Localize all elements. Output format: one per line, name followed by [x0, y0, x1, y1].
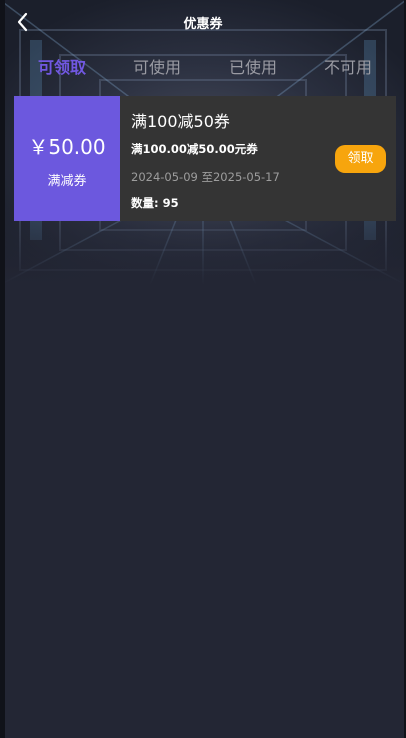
- coupon-validity: 2024-05-09 至2025-05-17: [131, 170, 280, 184]
- tab-unavailable[interactable]: 不可用: [303, 54, 393, 78]
- coupon-quantity: 数量: 95: [131, 196, 179, 210]
- coupon-card: ￥50.00 满减券 满100减50券 满100.00减50.00元券 2024…: [14, 96, 396, 221]
- left-edge: [0, 0, 5, 738]
- claim-button[interactable]: 领取: [335, 145, 386, 173]
- page-title: 优惠券: [183, 17, 223, 32]
- coupon-amount: ￥50.00: [28, 135, 106, 159]
- tab-bar: 可领取 可使用 已使用 不可用: [0, 50, 406, 84]
- tab-used[interactable]: 已使用: [208, 54, 298, 78]
- nav-bar: 优惠券: [0, 0, 406, 44]
- coupon-description: 满100.00减50.00元券: [131, 142, 258, 156]
- coupon-title: 满100减50券: [131, 112, 230, 131]
- tab-claimable[interactable]: 可领取: [17, 54, 107, 78]
- coupon-type: 满减券: [47, 174, 87, 189]
- tab-usable[interactable]: 可使用: [112, 54, 202, 78]
- coupon-value-panel: ￥50.00 满减券: [14, 96, 120, 221]
- coupon-page: 优惠券 可领取 可使用 已使用 不可用 ￥50.00 满减券 满100减50券 …: [0, 0, 406, 738]
